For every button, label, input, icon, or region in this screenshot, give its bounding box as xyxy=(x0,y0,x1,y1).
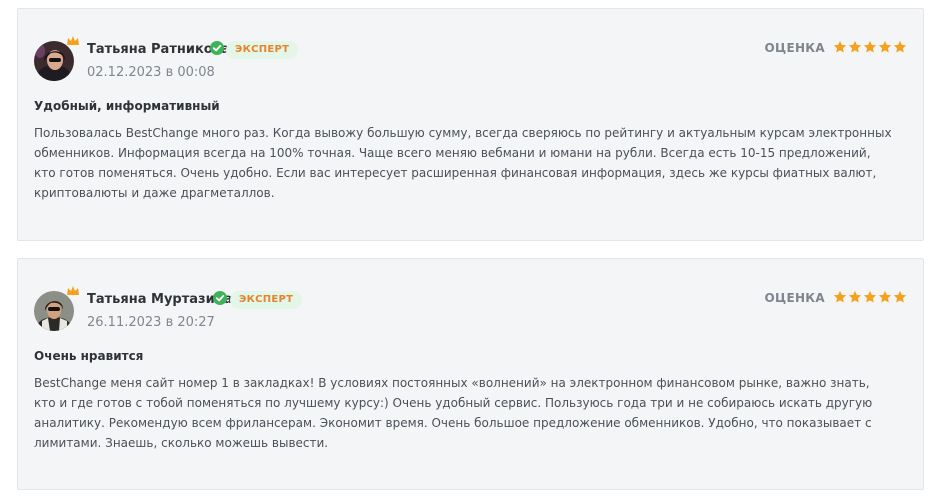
review-date: 26.11.2023 в 20:27 xyxy=(87,315,215,330)
review-card: Татьяна Ратникова ЭКСПЕРТ 02.12.2023 в 0… xyxy=(17,8,924,241)
crown-icon xyxy=(67,286,79,295)
star-icon xyxy=(848,40,862,53)
review-text: BestChange меня сайт номер 1 в закладках… xyxy=(34,376,873,450)
verified-check-icon xyxy=(210,41,224,55)
star-icon xyxy=(878,290,892,303)
rating-label: ОЦЕНКА xyxy=(764,291,825,305)
star-icon xyxy=(848,290,862,303)
rating-stars xyxy=(833,290,907,304)
review-title: Очень нравится xyxy=(34,349,144,363)
author-name[interactable]: Татьяна Муртазина xyxy=(87,292,232,307)
star-icon xyxy=(863,290,877,303)
star-icon xyxy=(893,290,907,303)
star-icon xyxy=(893,40,907,53)
expert-badge: ЭКСПЕРТ xyxy=(230,291,303,309)
star-icon xyxy=(833,40,847,53)
star-icon xyxy=(878,40,892,53)
author-name[interactable]: Татьяна Ратникова xyxy=(87,42,230,57)
crown-icon xyxy=(67,36,79,45)
verified-check-icon xyxy=(213,291,227,305)
expert-badge: ЭКСПЕРТ xyxy=(226,41,299,59)
review-text: Пользовалась BestChange много раз. Когда… xyxy=(34,126,892,200)
review-card: Татьяна Муртазина ЭКСПЕРТ 26.11.2023 в 2… xyxy=(17,258,924,490)
star-icon xyxy=(833,290,847,303)
review-title: Удобный, информативный xyxy=(34,99,220,113)
rating-stars xyxy=(833,40,907,54)
avatar[interactable] xyxy=(34,291,74,331)
review-date: 02.12.2023 в 00:08 xyxy=(87,65,215,80)
star-icon xyxy=(863,40,877,53)
rating-label: ОЦЕНКА xyxy=(764,41,825,55)
avatar[interactable] xyxy=(34,41,74,81)
